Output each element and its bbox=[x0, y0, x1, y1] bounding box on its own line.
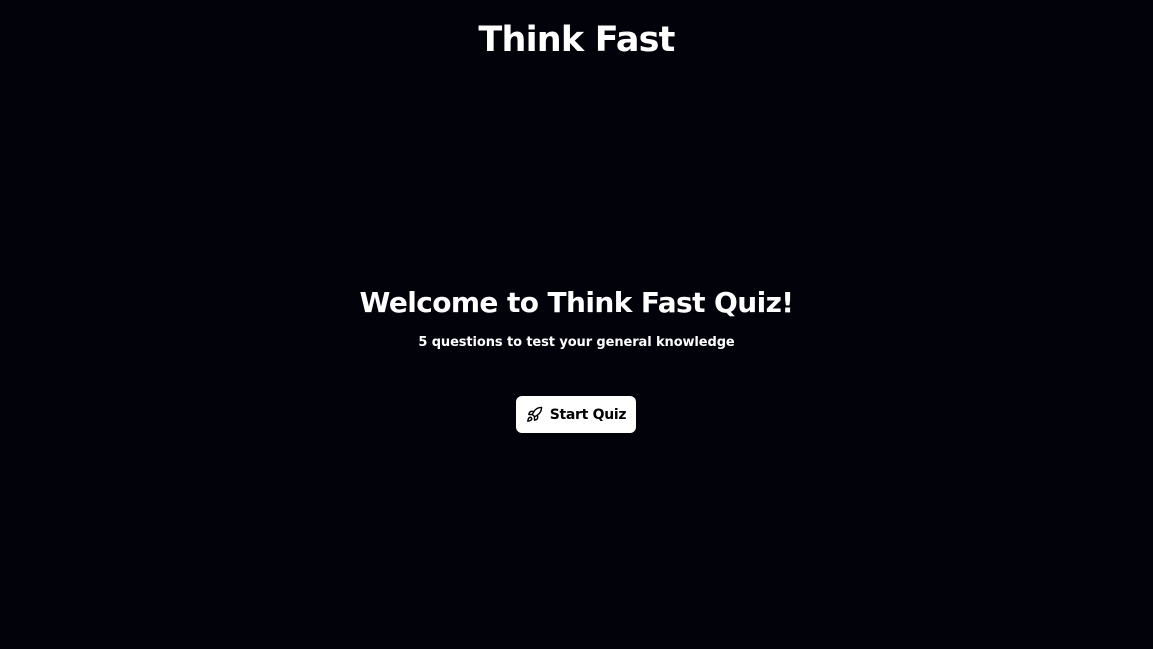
start-quiz-button[interactable]: Start Quiz bbox=[516, 396, 636, 433]
welcome-title: Welcome to Think Fast Quiz! bbox=[359, 286, 795, 319]
app-title: Think Fast bbox=[478, 20, 675, 60]
quiz-start-page: Think Fast Welcome to Think Fast Quiz! 5… bbox=[0, 0, 1153, 649]
welcome-subtitle: 5 questions to test your general knowled… bbox=[418, 335, 735, 350]
welcome-section: Welcome to Think Fast Quiz! 5 questions … bbox=[0, 284, 1153, 352]
rocket-icon bbox=[526, 406, 543, 423]
start-quiz-label: Start Quiz bbox=[549, 406, 627, 423]
